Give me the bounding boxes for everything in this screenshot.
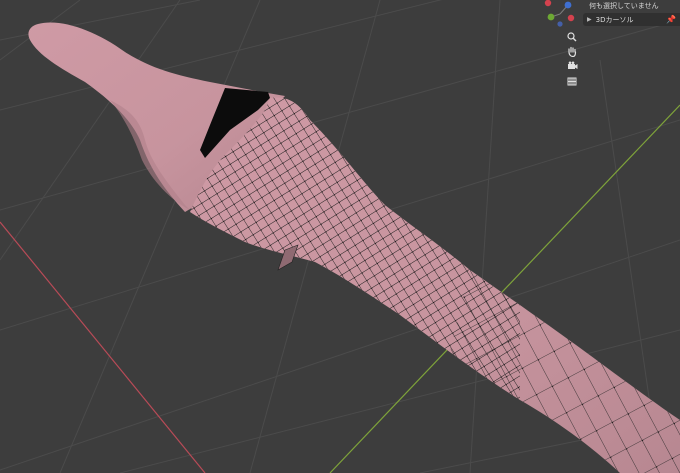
3d-cursor-panel-title: 3Dカーソル: [595, 15, 634, 24]
navigation-gizmo[interactable]: [538, 0, 582, 28]
camera-icon[interactable]: [565, 60, 579, 72]
mesh-object[interactable]: [28, 22, 680, 473]
magnifier-icon[interactable]: [565, 31, 579, 43]
chevron-right-icon[interactable]: ▶: [587, 16, 592, 23]
hand-icon[interactable]: [565, 45, 579, 57]
grid-icon[interactable]: [565, 75, 579, 87]
selection-status: 何も選択していません: [589, 2, 659, 10]
3d-cursor-panel-header[interactable]: ▶ 3Dカーソル 📌: [583, 13, 680, 26]
pin-icon[interactable]: 📌: [666, 15, 676, 24]
